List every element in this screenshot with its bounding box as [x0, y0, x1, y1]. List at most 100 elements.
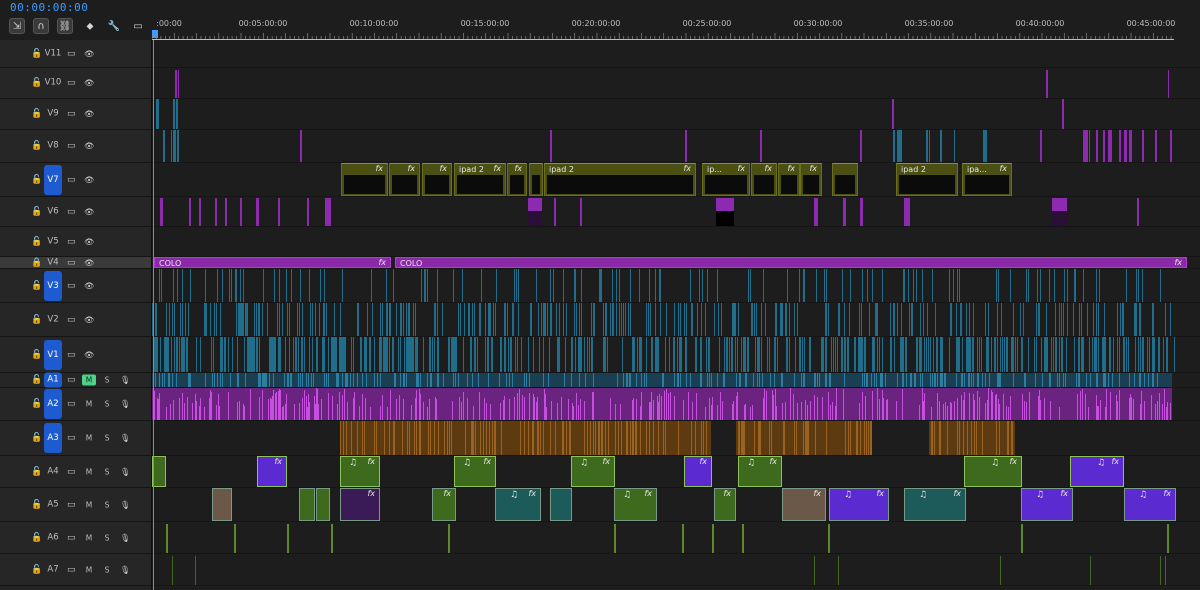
clip-sliver[interactable]	[239, 400, 241, 420]
clip-sliver[interactable]	[581, 303, 583, 336]
clip-sliver[interactable]	[1019, 303, 1021, 336]
clip-sliver[interactable]	[376, 373, 378, 387]
clip-sliver[interactable]	[239, 269, 241, 302]
clip-sliver[interactable]	[343, 389, 345, 420]
clip-sliver[interactable]	[896, 303, 898, 336]
clip-sliver[interactable]	[706, 337, 708, 372]
clip-sliver[interactable]	[437, 303, 439, 336]
clip-sliver[interactable]	[205, 373, 207, 387]
clip-sliver[interactable]	[416, 373, 418, 387]
track-name-v3[interactable]: V3	[44, 270, 62, 301]
playhead-timecode[interactable]: 00:00:00:00	[10, 1, 88, 15]
clip-sliver[interactable]	[301, 337, 303, 372]
clip-sliver[interactable]	[220, 303, 222, 336]
clip-sliver[interactable]	[409, 303, 411, 336]
clip-sliver[interactable]	[651, 404, 653, 420]
clip-sliver[interactable]	[411, 405, 413, 420]
clip-sliver[interactable]	[591, 337, 593, 372]
track-lane-v7[interactable]: fx fx fx ipad 2 fx fx ipad 2 fx ip... fx fx fx fx ipa…	[152, 163, 1200, 197]
clip-sliver[interactable]	[610, 399, 612, 420]
clip-sliver[interactable]	[615, 421, 617, 455]
clip-sliver[interactable]	[328, 393, 330, 420]
clip-sliver[interactable]	[575, 303, 577, 336]
clip-sliver[interactable]	[902, 373, 904, 387]
clip-sliver[interactable]	[566, 303, 568, 336]
clip-sliver[interactable]	[1010, 421, 1012, 455]
clip-sliver[interactable]	[626, 373, 628, 387]
sync-lock-icon[interactable]: ▭	[67, 533, 76, 543]
video-clip[interactable]: fx	[507, 163, 527, 196]
clip-sliver[interactable]	[716, 404, 718, 420]
clip-sliver[interactable]	[700, 421, 702, 455]
clip-sliver[interactable]	[340, 421, 342, 455]
clip-sliver[interactable]	[759, 373, 761, 387]
clip-sliver[interactable]	[634, 337, 636, 372]
clip-sliver[interactable]	[881, 337, 883, 372]
clip-sliver[interactable]	[168, 373, 170, 387]
clip-sliver[interactable]	[1082, 389, 1084, 420]
clip-sliver[interactable]	[344, 337, 346, 372]
clip-sliver[interactable]	[563, 303, 565, 336]
clip-sliver[interactable]	[1102, 130, 1105, 162]
clip-sliver[interactable]	[593, 392, 595, 420]
clip-sliver[interactable]	[773, 337, 775, 372]
clip-sliver[interactable]	[232, 337, 234, 372]
clip-sliver[interactable]	[302, 303, 304, 336]
clip-sliver[interactable]	[572, 405, 574, 420]
clip-sliver[interactable]	[402, 399, 404, 420]
clip-sliver[interactable]	[339, 337, 341, 372]
clip-sliver[interactable]	[912, 303, 914, 336]
audio-clip[interactable]	[316, 488, 330, 521]
clip-sliver[interactable]	[448, 337, 450, 372]
clip-sliver[interactable]	[1137, 337, 1139, 372]
clip-sliver[interactable]	[384, 421, 386, 455]
audio-clip[interactable]: fx ♫	[964, 456, 1022, 487]
clip-sliver[interactable]	[680, 303, 682, 336]
clip-sliver[interactable]	[611, 269, 613, 302]
clip-sliver[interactable]	[458, 373, 460, 387]
clip-sliver[interactable]	[1077, 337, 1079, 372]
sync-lock-icon[interactable]: ▭	[67, 315, 76, 325]
audio-clip[interactable]: fx ♫	[904, 488, 966, 521]
clip-sliver[interactable]	[200, 398, 202, 420]
clip-sliver[interactable]	[860, 337, 862, 372]
clip-sliver[interactable]	[746, 373, 748, 387]
clip-sliver[interactable]	[1038, 396, 1040, 420]
clip-sliver[interactable]	[1010, 269, 1012, 302]
clip-sliver[interactable]	[243, 337, 245, 372]
clip-sliver[interactable]	[850, 421, 852, 455]
clip-sliver[interactable]	[819, 373, 821, 387]
clip-sliver[interactable]	[984, 403, 986, 420]
clip-sliver[interactable]	[705, 406, 707, 420]
clip-sliver[interactable]	[324, 373, 326, 387]
clip-sliver[interactable]	[929, 130, 931, 162]
clip-sliver[interactable]	[360, 337, 362, 372]
adjustment-layer-clip[interactable]: COLO fx	[154, 257, 391, 268]
track-name-v6[interactable]: V6	[44, 204, 62, 219]
clip-sliver[interactable]	[172, 399, 174, 420]
clip-sliver[interactable]	[498, 373, 500, 387]
clip-sliver[interactable]	[590, 303, 592, 336]
clip-sliver[interactable]	[571, 373, 573, 387]
clip-sliver[interactable]	[533, 421, 535, 455]
clip-sliver[interactable]	[386, 269, 388, 302]
clip-sliver[interactable]	[901, 388, 903, 420]
clip-sliver[interactable]	[520, 337, 522, 372]
clip-sliver[interactable]	[969, 392, 971, 420]
clip-sliver[interactable]	[695, 337, 697, 372]
clip-sliver[interactable]	[788, 337, 790, 372]
clip-sliver[interactable]	[386, 303, 388, 336]
clip-sliver[interactable]	[608, 421, 610, 455]
adjustment-layer-clip[interactable]: COLO fx	[395, 257, 1187, 268]
clip-sliver[interactable]	[427, 373, 429, 387]
clip-sliver[interactable]	[959, 421, 961, 455]
clip-sliver[interactable]	[638, 269, 640, 302]
clip-sliver[interactable]	[237, 303, 239, 336]
sync-lock-icon[interactable]: ▭	[67, 175, 76, 185]
solo-button[interactable]: S	[100, 433, 114, 444]
clip-sliver[interactable]	[870, 421, 872, 455]
clip-sliver[interactable]	[1107, 373, 1109, 387]
track-name-a1[interactable]: A1	[44, 372, 62, 388]
clip-sliver[interactable]	[668, 337, 670, 372]
clip-sliver[interactable]	[1146, 337, 1149, 372]
